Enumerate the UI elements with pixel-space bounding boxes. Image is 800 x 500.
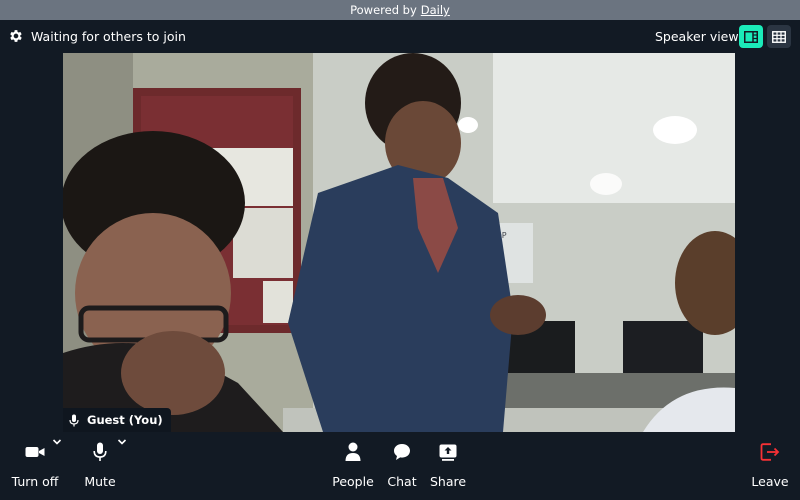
chat-button[interactable]: Chat [386,440,418,489]
mic-button[interactable]: Mute [80,440,120,489]
speaker-view-button[interactable] [739,25,763,48]
speaker-view-icon [744,30,758,43]
powered-by-bar: Powered by Daily [0,0,800,20]
participant-video: MICROP [63,53,735,432]
grid-view-icon [772,30,786,43]
share-label: Share [429,474,467,489]
top-bar: Waiting for others to join Speaker view [0,20,800,53]
leave-icon [760,443,780,461]
people-button[interactable]: People [332,440,374,489]
chevron-down-icon[interactable] [117,438,127,446]
video-frame: MICROP [63,53,735,432]
people-label: People [332,474,374,489]
mic-label: Mute [84,474,116,489]
powered-by-text: Powered by [350,3,417,17]
waiting-status: Waiting for others to join [31,29,186,44]
leave-label: Leave [751,474,789,489]
camera-label: Turn off [11,474,59,489]
chat-label: Chat [387,474,417,489]
camera-icon [25,447,45,457]
bottom-tray: Turn off Mute People Chat Share Leave [0,432,800,500]
camera-button[interactable]: Turn off [12,440,58,489]
view-mode-label: Speaker view [655,29,739,44]
share-icon [439,444,457,461]
leave-button[interactable]: Leave [750,440,790,489]
grid-view-button[interactable] [767,25,791,48]
daily-link[interactable]: Daily [421,3,450,17]
chat-icon [394,444,410,460]
participant-name: Guest (You) [87,413,163,427]
people-icon [345,442,361,461]
participant-name-tag: Guest (You) [63,408,171,432]
gear-icon[interactable] [8,28,24,44]
microphone-icon [69,414,79,426]
microphone-icon [93,442,107,461]
share-button[interactable]: Share [430,440,466,489]
video-stage: MICROP Guest ( [0,53,800,432]
chevron-down-icon[interactable] [52,438,62,446]
